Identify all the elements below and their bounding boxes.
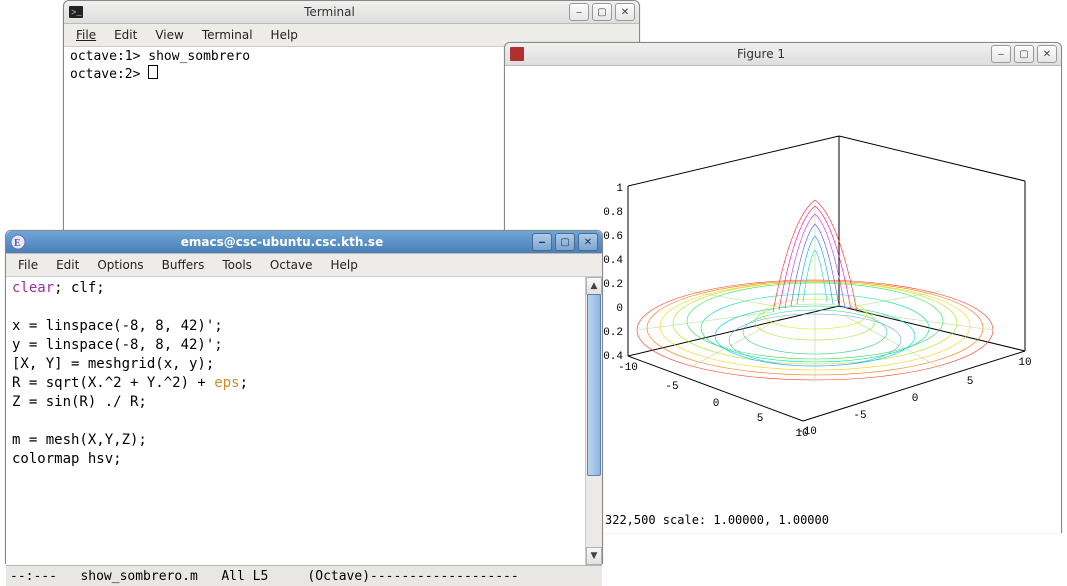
emacs-title: emacs@csc-ubuntu.csc.kth.se [32, 235, 532, 249]
terminal-titlebar[interactable]: >_ Terminal ‒ ▢ ✕ [64, 1, 639, 24]
scroll-thumb[interactable] [587, 294, 601, 476]
close-button[interactable]: ✕ [1037, 45, 1057, 63]
svg-text:0: 0 [713, 398, 720, 410]
code-line: Z = sin(R) ./ R; [12, 394, 147, 410]
menu-edit[interactable]: Edit [106, 26, 145, 44]
menu-help[interactable]: Help [263, 26, 306, 44]
cursor-icon [148, 65, 158, 79]
code-line: [X, Y] = meshgrid(x, y); [12, 356, 214, 372]
menu-file[interactable]: File [68, 26, 104, 44]
scroll-up-icon[interactable]: ▲ [586, 277, 602, 295]
code-line: m = mesh(X,Y,Z); [12, 432, 147, 448]
minimize-button[interactable]: ‒ [532, 233, 552, 251]
menu-octave[interactable]: Octave [262, 256, 321, 274]
minimize-button[interactable]: ‒ [569, 3, 589, 21]
menu-tools[interactable]: Tools [214, 256, 260, 274]
terminal-title: Terminal [90, 5, 569, 19]
code-line: y = linspace(-8, 8, 42)'; [12, 337, 223, 353]
keyword-clear: clear [12, 280, 54, 296]
menu-options[interactable]: Options [89, 256, 151, 274]
gnuplot-icon [509, 46, 525, 62]
svg-text:1: 1 [616, 183, 623, 195]
svg-text:5: 5 [757, 413, 764, 425]
modeline-text: --:--- show_sombrero.m All L5 (Octave)--… [10, 569, 519, 584]
svg-text:0.4: 0.4 [603, 255, 623, 267]
emacs-window: E emacs@csc-ubuntu.csc.kth.se ‒ ▢ ✕ File… [5, 230, 603, 564]
svg-text:0.2: 0.2 [603, 279, 623, 291]
menu-buffers[interactable]: Buffers [154, 256, 213, 274]
code-line: x = linspace(-8, 8, 42)'; [12, 318, 223, 334]
menu-view[interactable]: View [147, 26, 191, 44]
code-line: R = sqrt(X.^2 + Y.^2) + [12, 375, 214, 391]
terminal-icon: >_ [68, 4, 84, 20]
maximize-button[interactable]: ▢ [555, 233, 575, 251]
close-button[interactable]: ✕ [615, 3, 635, 21]
menu-edit[interactable]: Edit [48, 256, 87, 274]
svg-text:0: 0 [616, 303, 623, 315]
modeline: --:--- show_sombrero.m All L5 (Octave)--… [6, 565, 602, 586]
svg-text:-5: -5 [665, 381, 678, 393]
svg-text:-10: -10 [618, 362, 638, 374]
emacs-titlebar[interactable]: E emacs@csc-ubuntu.csc.kth.se ‒ ▢ ✕ [6, 231, 602, 254]
svg-text:10: 10 [1018, 357, 1031, 369]
svg-text:0.8: 0.8 [603, 207, 623, 219]
menu-help[interactable]: Help [323, 256, 366, 274]
figure-titlebar[interactable]: Figure 1 ‒ ▢ ✕ [505, 43, 1061, 66]
svg-text:0.6: 0.6 [603, 231, 623, 243]
menu-terminal[interactable]: Terminal [194, 26, 261, 44]
code-line: colormap hsv; [12, 451, 122, 467]
figure-title: Figure 1 [531, 47, 991, 61]
emacs-menubar: File Edit Options Buffers Tools Octave H… [6, 254, 602, 277]
svg-text:E: E [14, 238, 21, 249]
emacs-icon: E [10, 234, 26, 250]
svg-text:5: 5 [967, 376, 974, 388]
maximize-button[interactable]: ▢ [592, 3, 612, 21]
figure-status: 322,500 scale: 1.00000, 1.00000 [605, 513, 829, 527]
minimize-button[interactable]: ‒ [991, 45, 1011, 63]
menu-file[interactable]: File [10, 256, 46, 274]
editor-area[interactable]: clear; clf; x = linspace(-8, 8, 42)'; y … [6, 277, 585, 565]
scrollbar[interactable]: ▲ ▼ [585, 277, 602, 565]
svg-text:0: 0 [912, 393, 919, 405]
prompt-1: octave:1> [70, 49, 140, 64]
prompt-2: octave:2> [70, 67, 140, 82]
svg-text:>_: >_ [71, 8, 82, 18]
svg-text:-10: -10 [797, 426, 817, 438]
maximize-button[interactable]: ▢ [1014, 45, 1034, 63]
close-button[interactable]: ✕ [578, 233, 598, 251]
keyword-eps: eps [214, 375, 239, 391]
scroll-down-icon[interactable]: ▼ [586, 547, 602, 565]
command-1: show_sombrero [140, 49, 250, 64]
svg-text:-5: -5 [853, 410, 866, 422]
